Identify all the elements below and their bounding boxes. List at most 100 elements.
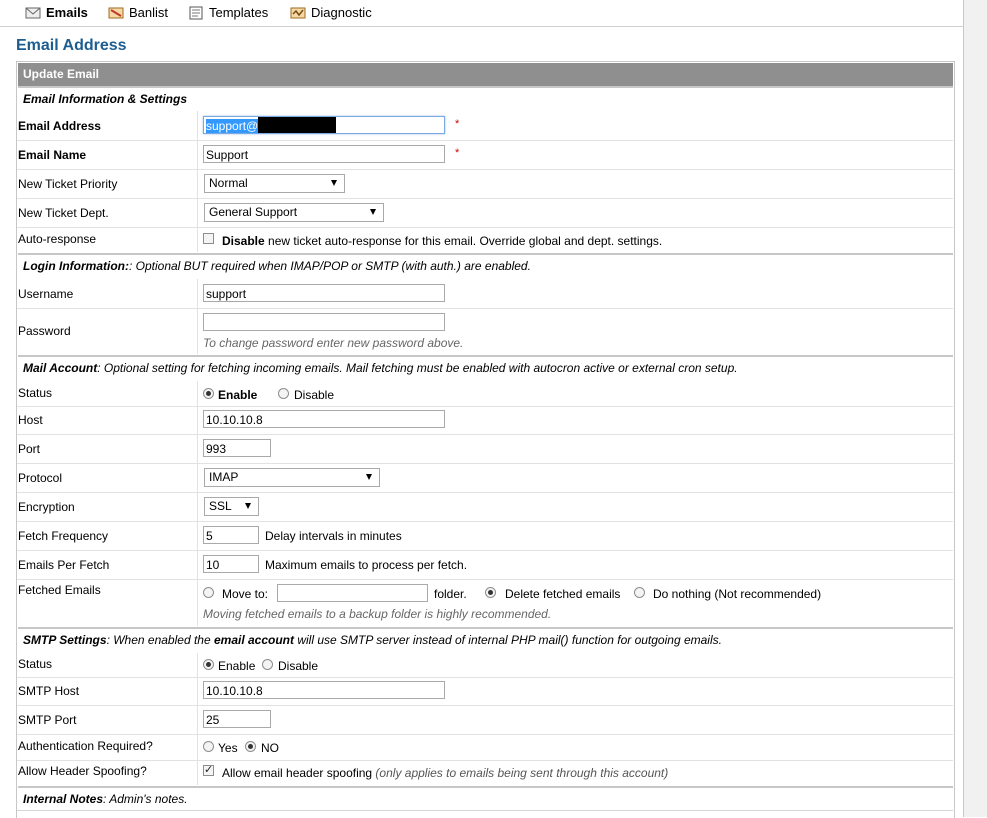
section-desc-bold: email account (213, 633, 295, 647)
table-header: Update Email (18, 63, 953, 86)
protocol-label: Protocol (18, 471, 63, 485)
username-value: support (206, 287, 247, 301)
host-value: 10.10.10.8 (206, 413, 263, 427)
dept-value: General Support (209, 205, 298, 219)
chevron-down-icon (366, 474, 372, 480)
email-address-value: support@ (206, 119, 259, 133)
envelope-icon (25, 7, 41, 19)
port-value: 993 (206, 442, 227, 456)
nav-tab-label: Diagnostic (311, 5, 372, 20)
row-separator (17, 677, 953, 678)
encryption-value: SSL (209, 499, 232, 513)
auth-no-label: NO (261, 741, 279, 755)
redacted-block (258, 117, 337, 133)
smtp-host-label: SMTP Host (18, 684, 80, 698)
fetched-emails-label: Fetched Emails (18, 583, 101, 597)
fetched-nothing-radio[interactable] (634, 587, 645, 598)
section-smtp: SMTP Settings: When enabled the email ac… (18, 627, 953, 647)
section-email-info: Email Information & Settings (18, 86, 953, 106)
mail-status-label: Status (18, 386, 53, 400)
auth-required-label: Authentication Required? (18, 739, 153, 753)
emails-per-fetch-label: Emails Per Fetch (18, 558, 110, 572)
header-spoofing-checkbox[interactable] (203, 763, 214, 776)
password-hint: To change password enter new password ab… (203, 336, 464, 350)
header-spoofing-text: Allow email header spoofing (only applie… (222, 766, 668, 780)
row-separator (17, 308, 953, 309)
smtp-status-label: Status (18, 657, 53, 671)
auth-no-radio[interactable] (245, 741, 256, 752)
mail-status-disable-radio[interactable] (278, 388, 289, 399)
templates-icon (189, 6, 203, 20)
section-mail-account: Mail Account: Optional setting for fetch… (18, 355, 953, 375)
fetched-folder-input[interactable] (277, 584, 428, 602)
fetch-frequency-label: Fetch Frequency (18, 529, 109, 543)
fetched-move-label: Move to: (222, 587, 269, 601)
emails-per-fetch-value: 10 (206, 558, 220, 572)
row-separator (17, 705, 953, 706)
column-divider (197, 653, 198, 785)
emails-per-fetch-note: Maximum emails to process per fetch. (265, 558, 468, 572)
section-desc: : When enabled the (106, 633, 214, 647)
password-label: Password (18, 324, 71, 338)
smtp-status-disable-label: Disable (278, 659, 319, 673)
username-label: Username (18, 287, 74, 301)
auth-yes-radio[interactable] (203, 741, 214, 752)
chevron-down-icon (370, 209, 376, 215)
protocol-select[interactable]: IMAP (204, 468, 380, 487)
priority-label: New Ticket Priority (18, 177, 118, 191)
header-spoofing-desc: Allow email header spoofing (222, 766, 373, 780)
column-divider (197, 381, 198, 626)
username-input[interactable]: support (203, 284, 445, 302)
emails-per-fetch-input[interactable]: 10 (203, 555, 259, 573)
table-header-label: Update Email (23, 67, 100, 81)
smtp-port-input[interactable]: 25 (203, 710, 271, 728)
smtp-host-value: 10.10.10.8 (206, 684, 263, 698)
fetched-delete-radio[interactable] (485, 587, 496, 598)
section-title: Login Information: (23, 259, 129, 273)
row-separator (17, 227, 953, 228)
fetch-frequency-input[interactable]: 5 (203, 526, 259, 544)
smtp-host-input[interactable]: 10.10.10.8 (203, 681, 445, 699)
mail-status-enable-label: Enable (218, 388, 258, 402)
email-name-input[interactable]: Support (203, 145, 445, 163)
fetched-delete-label: Delete fetched emails (505, 587, 621, 601)
mail-status-enable-radio[interactable] (203, 388, 214, 399)
mail-status-disable-label: Disable (294, 388, 335, 402)
protocol-value: IMAP (209, 470, 239, 484)
row-separator (17, 140, 953, 141)
autoresponse-checkbox[interactable] (203, 233, 214, 244)
fetched-move-radio[interactable] (203, 587, 214, 598)
row-separator (17, 760, 953, 761)
password-input[interactable] (203, 313, 445, 331)
section-desc: will use SMTP server instead of internal… (294, 633, 722, 647)
scrollbar-gutter[interactable] (964, 0, 987, 817)
priority-select[interactable]: Normal (204, 174, 345, 193)
dept-select[interactable]: General Support (204, 203, 384, 222)
smtp-status-enable-radio[interactable] (203, 659, 214, 670)
fetched-hint: Moving fetched emails to a backup folder… (203, 607, 552, 621)
section-internal-notes: Internal Notes: Admin's notes. (18, 786, 953, 806)
fetched-folder-suffix: folder. (434, 587, 467, 601)
encryption-select[interactable]: SSL (204, 497, 259, 516)
email-name-value: Support (206, 148, 249, 162)
email-address-input[interactable]: support@ (203, 116, 445, 134)
autoresponse-text: Disable new ticket auto-response for thi… (222, 234, 662, 248)
port-input[interactable]: 993 (203, 439, 271, 457)
host-input[interactable]: 10.10.10.8 (203, 410, 445, 428)
header-spoofing-note: (only applies to emails being sent throu… (372, 766, 669, 780)
section-desc: : Optional BUT required when IMAP/POP or… (128, 259, 531, 273)
host-label: Host (18, 413, 43, 427)
nav-tab-label: Emails (46, 5, 88, 20)
autoresponse-desc: new ticket auto-response for this email.… (264, 234, 663, 248)
page-title: Email Address (16, 37, 127, 54)
auth-yes-label: Yes (218, 741, 238, 755)
column-divider (197, 279, 198, 354)
row-separator (17, 550, 953, 551)
smtp-status-enable-label: Enable (218, 659, 256, 673)
fetch-frequency-note: Delay intervals in minutes (265, 529, 402, 543)
row-separator (17, 463, 953, 464)
priority-value: Normal (209, 176, 248, 190)
section-title: Mail Account (23, 361, 98, 375)
smtp-status-disable-radio[interactable] (262, 659, 273, 670)
row-separator (17, 521, 953, 522)
